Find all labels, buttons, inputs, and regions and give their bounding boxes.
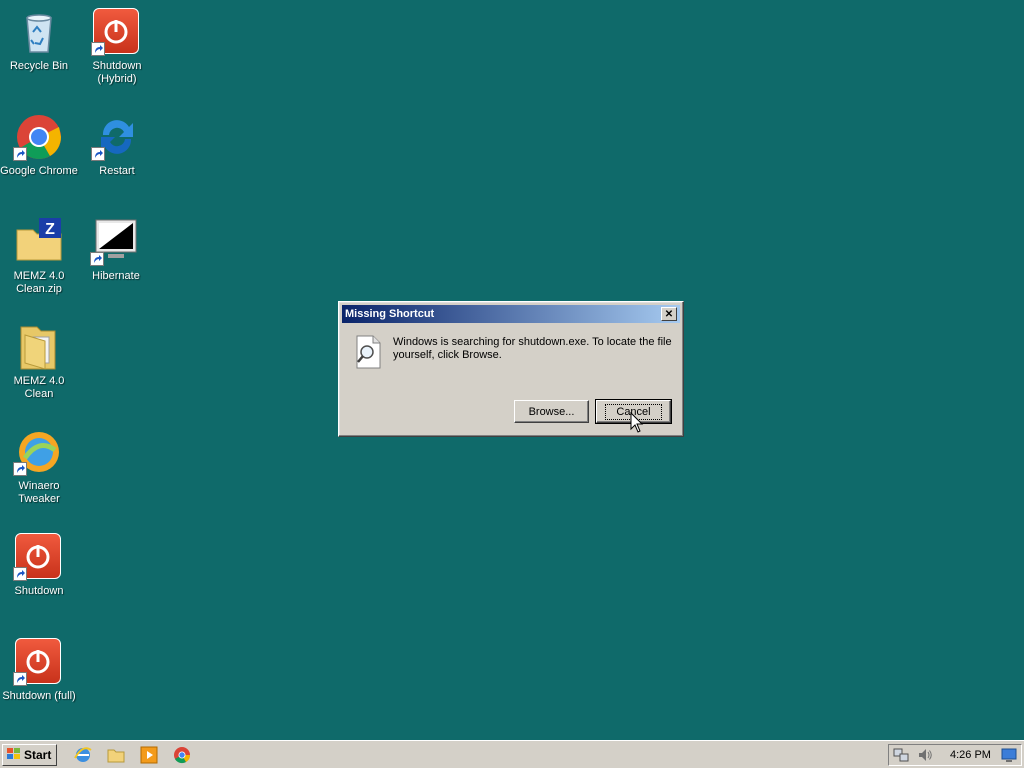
restart-icon [91,113,141,161]
search-file-icon [353,335,383,369]
browse-button[interactable]: Browse... [514,400,589,423]
shortcut-arrow-icon [13,567,27,581]
desktop-icon-label: Shutdown (Hybrid) [92,60,142,85]
shortcut-arrow-icon [90,252,104,266]
desktop-icon-memz-folder[interactable]: MEMZ 4.0 Clean [0,323,78,401]
desktop-icon-memz-zip[interactable]: Z MEMZ 4.0 Clean.zip [0,218,78,296]
windows-logo-icon [7,747,21,763]
taskbar: Start 4:26 PM [0,740,1024,768]
chrome-icon[interactable] [173,746,191,764]
start-label: Start [24,748,52,762]
mouse-cursor-icon [630,411,644,434]
desktop-icon-label: Restart [99,165,135,177]
desktop-icon-shutdown[interactable]: Shutdown [0,533,78,598]
desktop-icon-recycle-bin[interactable]: Recycle Bin [0,8,78,73]
desktop-icon-hibernate[interactable]: Hibernate [77,218,155,283]
media-player-icon[interactable] [140,746,158,764]
browse-button-label: Browse... [528,405,575,418]
desktop-icon-google-chrome[interactable]: Google Chrome [0,113,78,178]
volume-icon[interactable] [917,747,933,763]
recycle-bin-icon [15,8,63,56]
folder-icon [15,323,63,371]
power-icon [13,533,63,581]
system-tray: 4:26 PM [888,744,1022,766]
desktop-icon-label: MEMZ 4.0 Clean [13,375,65,400]
close-button[interactable]: ✕ [661,307,677,321]
shortcut-arrow-icon [13,462,27,476]
desktop-icon-label: Winaero Tweaker [18,480,60,505]
close-icon: ✕ [664,308,674,320]
desktop-icon-shutdown-full[interactable]: Shutdown (full) [0,638,78,703]
power-icon [13,638,63,686]
network-icon[interactable] [893,747,909,763]
desktop-icon-label: Hibernate [92,270,140,282]
desktop-icon-label: Shutdown [14,585,64,597]
clock: 4:26 PM [950,749,991,761]
desktop-icon-shutdown-hybrid[interactable]: Shutdown (Hybrid) [78,8,156,86]
dialog-title: Missing Shortcut [345,308,435,320]
dialog-titlebar[interactable]: Missing Shortcut ✕ [342,305,680,323]
dialog-message: Windows is searching for shutdown.exe. T… [393,336,672,361]
desktop-icon-restart[interactable]: Restart [78,113,156,178]
shortcut-arrow-icon [13,147,27,161]
shortcut-arrow-icon [91,147,105,161]
start-button[interactable]: Start [2,744,57,766]
zip-folder-icon: Z [15,218,63,266]
power-icon [91,8,141,56]
hibernate-icon [90,218,140,266]
internet-explorer-icon[interactable] [74,746,92,764]
desktop-icon-label: MEMZ 4.0 Clean.zip [13,270,65,295]
explorer-icon[interactable] [107,746,125,764]
desktop-icon-winaero-tweaker[interactable]: Winaero Tweaker [0,428,78,506]
show-desktop-icon[interactable] [1001,747,1017,763]
shortcut-arrow-icon [13,672,27,686]
desktop-icon-label: Recycle Bin [9,60,69,72]
chrome-icon [13,113,63,161]
desktop-icon-label: Shutdown (full) [2,690,76,702]
svg-text:Z: Z [45,221,55,238]
desktop-icon-label: Google Chrome [0,165,78,177]
winaero-icon [13,428,63,476]
shortcut-arrow-icon [91,42,105,56]
